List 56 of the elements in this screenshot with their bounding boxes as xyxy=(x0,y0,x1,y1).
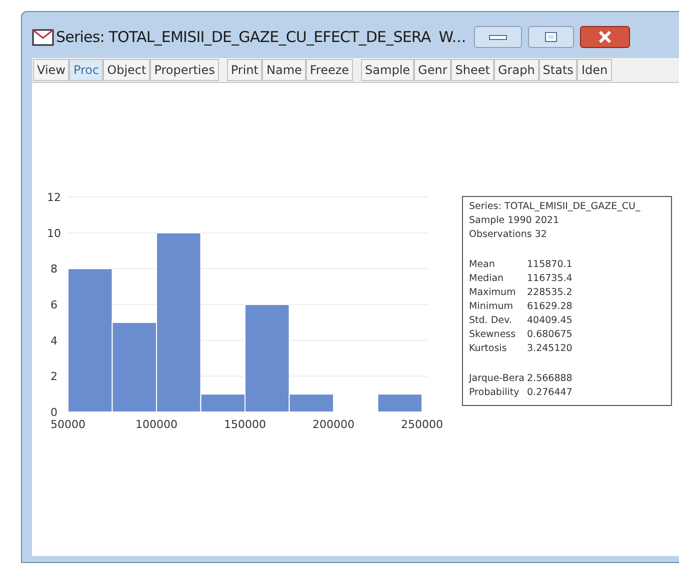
y-tick-label: 8 xyxy=(50,262,58,276)
y-tick-label: 12 xyxy=(47,191,61,204)
x-tick-label: 250000 xyxy=(401,418,443,431)
y-tick-label: 10 xyxy=(47,226,61,240)
statistic-value: 0.680675 xyxy=(527,329,572,341)
statistic-label: Mean xyxy=(469,259,496,271)
x-tick-label: 50000 xyxy=(50,418,86,431)
statistic-value: 116735.4 xyxy=(527,273,572,285)
toolbar-button[interactable]: Stats xyxy=(538,59,578,81)
toolbar-button[interactable]: Graph xyxy=(494,59,539,81)
minimize-icon xyxy=(489,34,508,40)
statistic-label: Minimum xyxy=(469,301,514,313)
statistic-value: 3.245120 xyxy=(527,343,572,355)
close-icon xyxy=(598,31,612,43)
toolbar-button[interactable]: Object xyxy=(103,59,150,81)
envelope-graph-icon xyxy=(32,28,54,46)
statistic-value: 115870.1 xyxy=(527,259,572,271)
statistic-label: Skewness xyxy=(469,329,517,341)
y-tick-label: 2 xyxy=(50,370,58,384)
statistic-label: Median xyxy=(469,273,505,285)
statistic-value: 2.566888 xyxy=(527,373,572,385)
close-button[interactable] xyxy=(580,26,630,48)
statistic-label: Jarque-Bera xyxy=(469,373,526,385)
toolbar-button[interactable]: Genr xyxy=(414,59,452,81)
statistic-value: 61629.28 xyxy=(527,301,572,313)
statistics-header-text: Observations 32 xyxy=(469,229,548,241)
window-title-suffix: W... xyxy=(438,26,466,48)
statistic-value: 228535.2 xyxy=(527,287,572,299)
statistics-header-text: Sample 1990 2021 xyxy=(469,215,560,227)
toolbar-button[interactable]: View xyxy=(33,59,70,81)
x-tick-label: 100000 xyxy=(136,418,178,431)
minimize-button[interactable] xyxy=(474,26,522,48)
toolbar-button[interactable]: Iden xyxy=(577,59,612,81)
statistics-header-text: Series: TOTAL_EMISII_DE_GAZE_CU_ xyxy=(469,201,642,213)
statistic-label: Probability xyxy=(469,387,520,399)
x-tick-label: 200000 xyxy=(312,418,354,431)
statistic-label: Std. Dev. xyxy=(469,315,513,327)
restore-icon xyxy=(545,32,558,42)
toolbar-button[interactable]: Name xyxy=(262,59,306,81)
toolbar-button[interactable]: Freeze xyxy=(306,59,354,81)
maximize-button[interactable] xyxy=(528,26,574,48)
window-title: Series: TOTAL_EMISII_DE_GAZE_CU_EFECT_DE_SERA xyxy=(56,26,431,48)
statistic-value: 40409.45 xyxy=(527,315,572,327)
statistic-value: 0.276447 xyxy=(527,387,572,399)
histogram-bar xyxy=(377,394,422,412)
y-tick-label: 4 xyxy=(50,334,58,348)
toolbar-button[interactable]: Proc xyxy=(69,59,104,81)
y-tick-label: 6 xyxy=(50,298,58,312)
toolbar-button[interactable]: Properties xyxy=(150,59,219,81)
toolbar-button[interactable]: Print xyxy=(226,59,262,81)
toolbar-button[interactable]: Sample xyxy=(361,59,414,81)
statistic-label: Maximum xyxy=(469,287,517,299)
x-tick-label: 150000 xyxy=(224,418,266,431)
toolbar-button[interactable]: Sheet xyxy=(451,59,494,81)
y-tick-label: 0 xyxy=(50,406,58,419)
statistic-label: Kurtosis xyxy=(469,343,508,355)
